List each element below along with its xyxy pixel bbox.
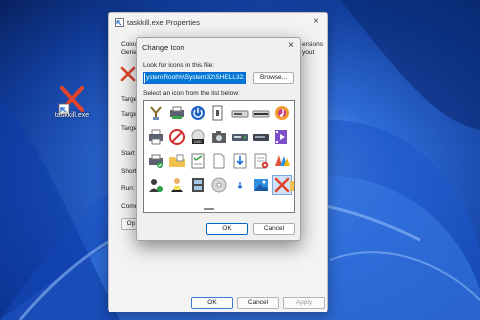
properties-cancel-button[interactable]: Cancel [237, 297, 279, 309]
tab-versions[interactable]: ersions [302, 41, 323, 48]
drive-bar-icon[interactable] [252, 104, 270, 122]
download-icon[interactable] [231, 152, 249, 170]
tab-general[interactable]: Gene [121, 49, 137, 56]
properties-title: taskkill.exe Properties [127, 18, 200, 27]
printer-icon[interactable] [147, 128, 165, 146]
dialog-cancel-button[interactable]: Cancel [253, 223, 295, 235]
close-icon[interactable]: × [288, 40, 294, 51]
file-label: Look for icons in this file: [143, 62, 215, 69]
document-x-icon[interactable] [252, 152, 270, 170]
dialog-title: Change Icon [142, 43, 185, 52]
shortcut-icon [115, 18, 124, 27]
users-icon[interactable] [147, 176, 165, 194]
dialog-ok-button[interactable]: OK [206, 223, 248, 235]
run-label: Run: [121, 185, 135, 192]
browse-button[interactable]: Browse... [253, 72, 294, 84]
person-desk-icon[interactable] [168, 176, 186, 194]
video-file-icon[interactable] [273, 128, 291, 146]
film-icon[interactable] [189, 176, 207, 194]
folder-docs-icon[interactable] [168, 152, 186, 170]
printer-check-icon[interactable] [147, 152, 165, 170]
device-icon[interactable] [210, 104, 228, 122]
red-x-icon[interactable] [272, 175, 292, 195]
properties-titlebar[interactable]: taskkill.exe Properties × [109, 13, 327, 33]
landscape-image-icon[interactable] [252, 176, 270, 194]
icon-list-scrollbar[interactable] [204, 208, 214, 210]
checklist-icon[interactable] [189, 152, 207, 170]
no-entry-icon[interactable] [168, 128, 186, 146]
properties-ok-button[interactable]: OK [191, 297, 233, 309]
properties-footer: OK Cancel Apply [109, 295, 327, 312]
taskkill-x-icon [120, 66, 136, 82]
camera-icon[interactable] [210, 128, 228, 146]
hard-drive-icon[interactable] [231, 128, 249, 146]
power-icon[interactable] [189, 104, 207, 122]
icon-list-label: Select an icon from the list below: [143, 90, 240, 97]
arrow-down-icon[interactable] [231, 176, 249, 194]
icon-file-path-input[interactable]: ystemRoot%\System32\SHELL32.dll [143, 72, 246, 84]
taskkill-shortcut-label[interactable]: taskkill.exe [48, 112, 96, 119]
hard-drive-alt-icon[interactable] [252, 128, 270, 146]
drive-icon[interactable] [231, 104, 249, 122]
tab-layout[interactable]: yout [302, 49, 314, 56]
dvd-disc-icon[interactable]: DVD [189, 128, 207, 146]
properties-apply-button[interactable]: Apply [283, 297, 325, 309]
blank-doc-icon[interactable] [210, 152, 228, 170]
printer-network-icon[interactable] [168, 104, 186, 122]
target-location-label: Targe [121, 111, 138, 118]
svg-text:DVD: DVD [194, 140, 202, 144]
network-icon[interactable] [147, 104, 165, 122]
colorful-app-icon[interactable] [273, 152, 291, 170]
close-icon[interactable]: × [313, 16, 319, 27]
target-label: Targe [121, 125, 138, 132]
folder-edge-icon[interactable] [290, 176, 294, 194]
target-type-label: Targe [121, 96, 138, 103]
icon-file-path-value: ystemRoot%\System32\SHELL32.dll [145, 73, 245, 83]
cd-disc-icon[interactable] [210, 176, 228, 194]
icon-list[interactable]: DVD [143, 100, 295, 213]
change-icon-dialog: Change Icon × Look for icons in this fil… [136, 37, 301, 241]
music-disc-icon[interactable] [273, 104, 291, 122]
